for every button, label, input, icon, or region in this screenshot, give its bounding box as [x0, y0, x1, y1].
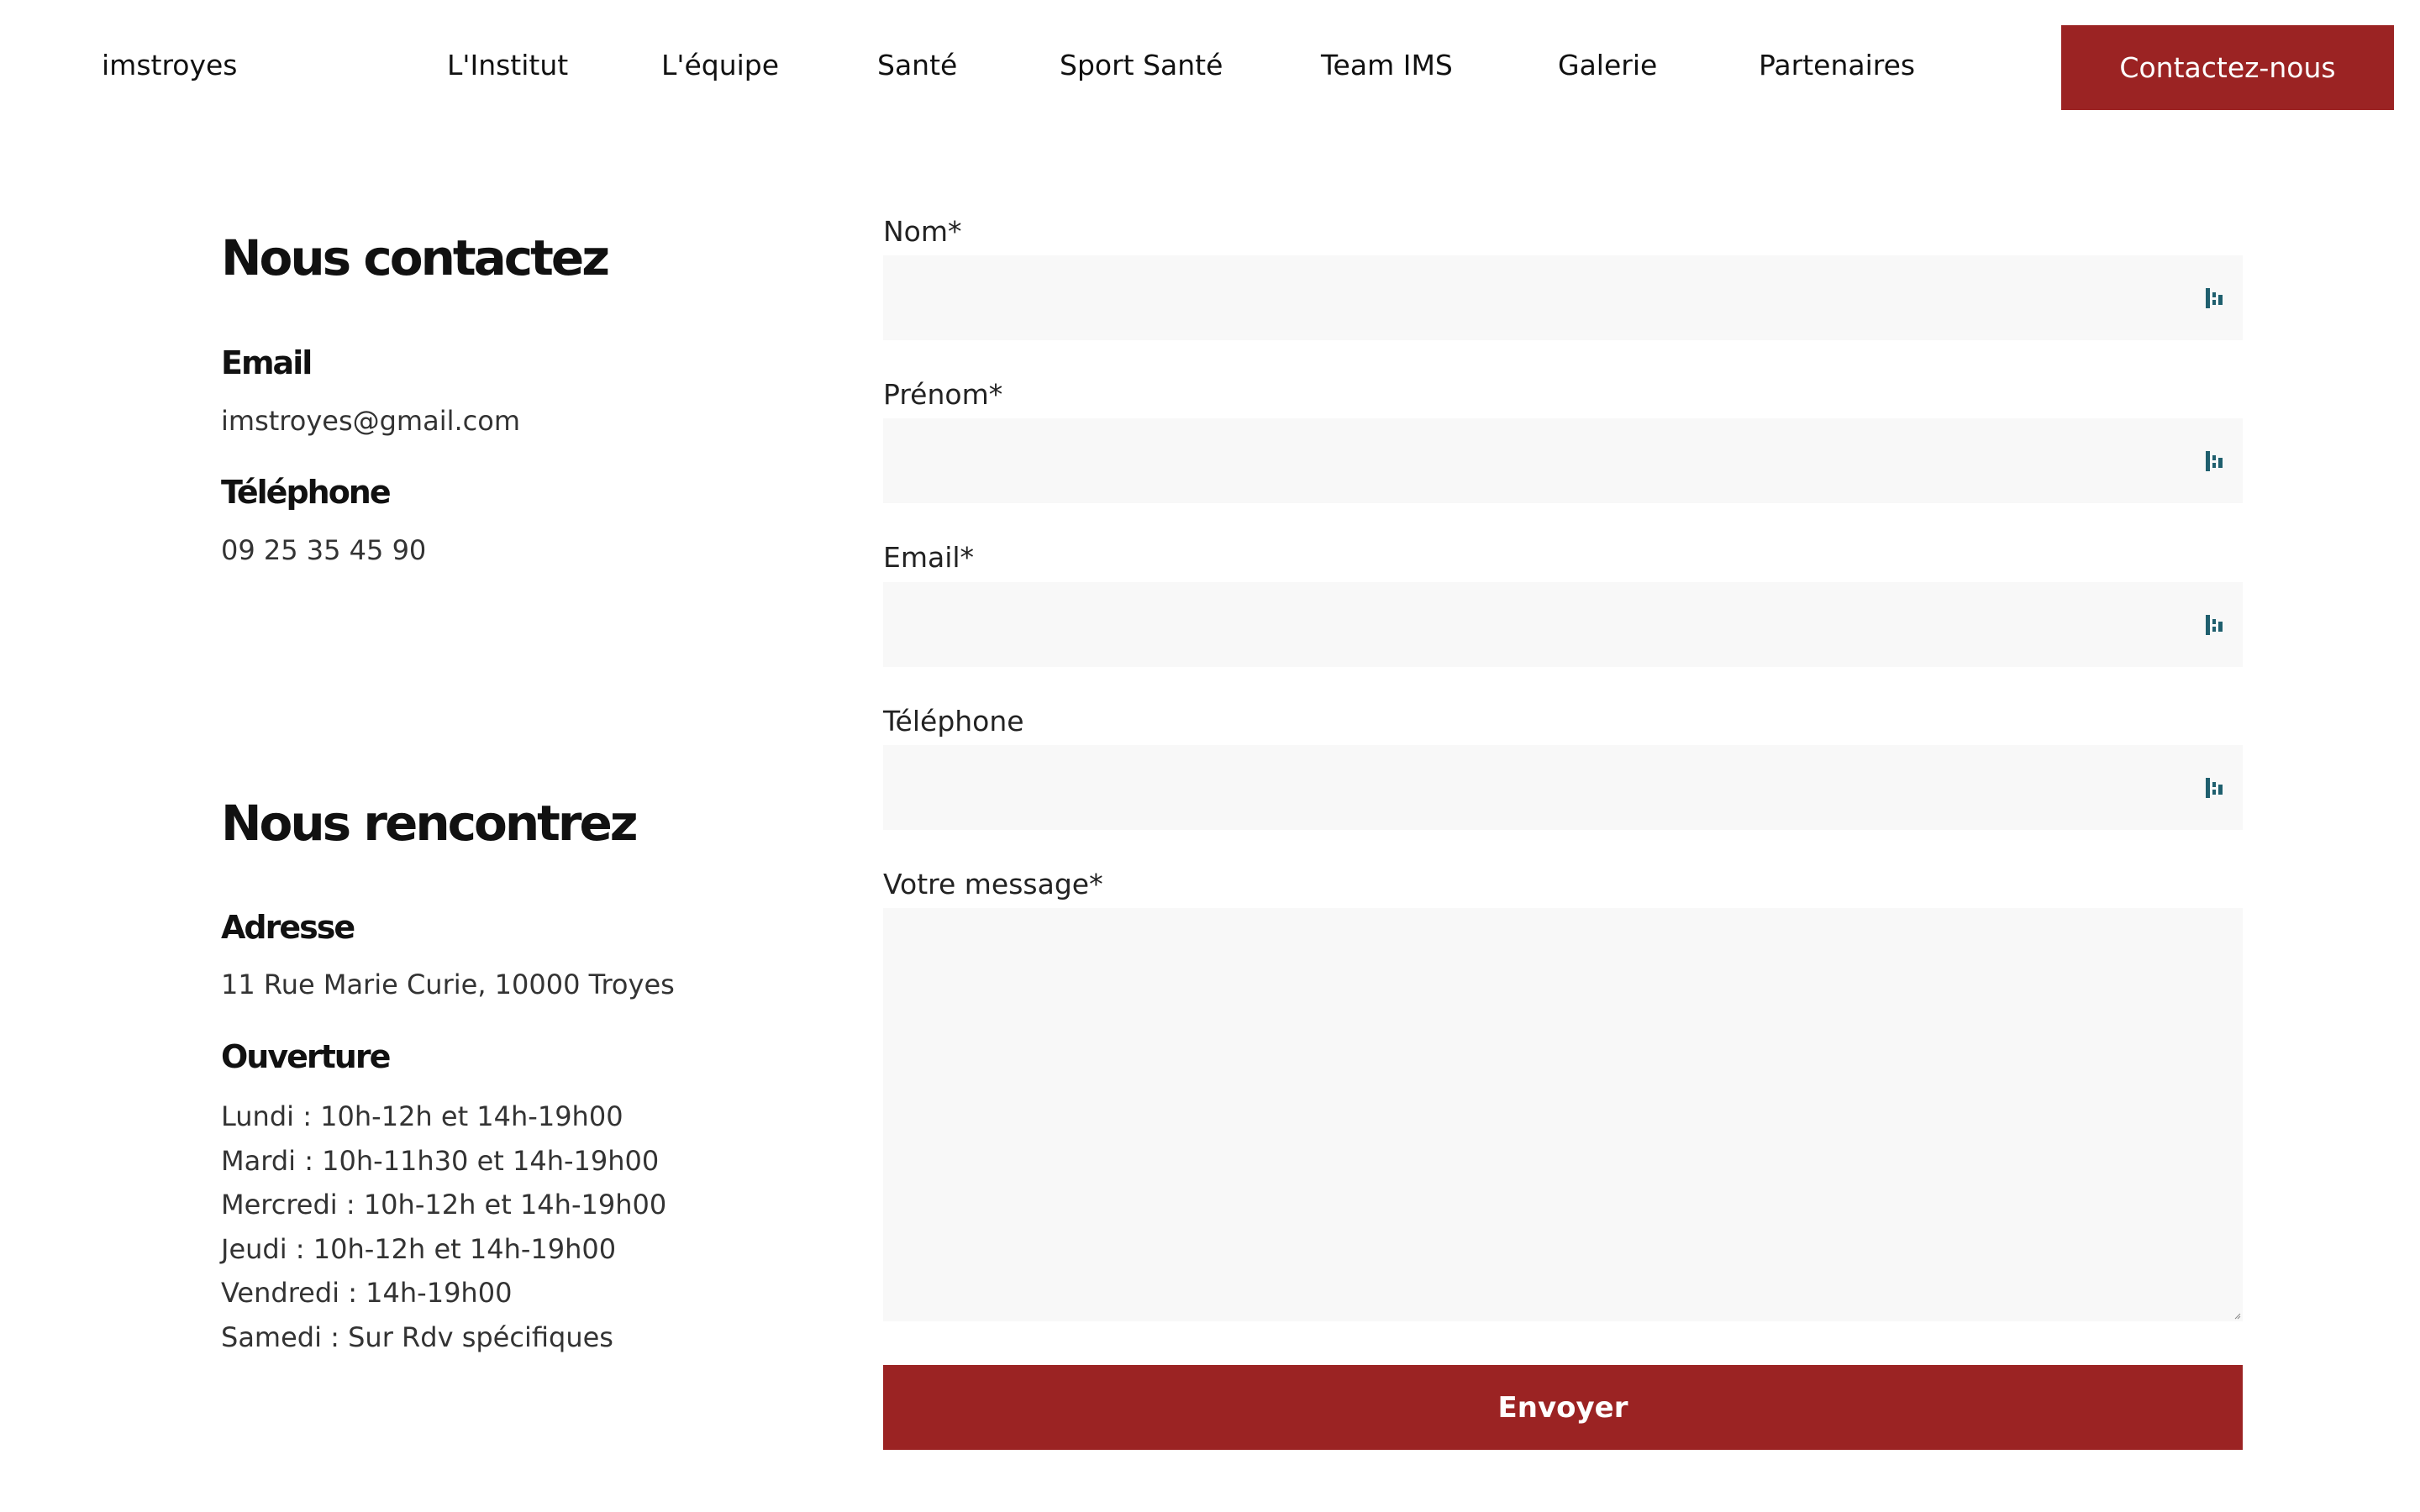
opening-hours-item: Lundi : 10h-12h et 14h-19h00 — [221, 1100, 623, 1132]
firstname-input[interactable] — [883, 418, 2243, 503]
contact-us-button[interactable]: Contactez-nous — [2061, 25, 2394, 110]
phone-field — [883, 745, 2243, 830]
password-manager-key-icon[interactable] — [2206, 449, 2224, 473]
phone-field-label: Téléphone — [883, 705, 1024, 738]
nav-item-team-ims[interactable]: Team IMS — [1321, 49, 1453, 81]
firstname-label: Prénom* — [883, 378, 1003, 411]
name-label: Nom* — [883, 215, 962, 248]
nav-item-partenaires[interactable]: Partenaires — [1759, 49, 1915, 81]
nav-item-galerie[interactable]: Galerie — [1558, 49, 1657, 81]
opening-hours-item: Samedi : Sur Rdv spécifiques — [221, 1320, 613, 1353]
message-textarea[interactable] — [883, 908, 2243, 1321]
nav-item-sport-sante[interactable]: Sport Santé — [1060, 49, 1223, 81]
message-field — [883, 908, 2243, 1321]
opening-hours-list: Lundi : 10h-12h et 14h-19h00 Mardi : 10h… — [221, 1095, 666, 1359]
password-manager-key-icon[interactable] — [2206, 286, 2224, 310]
site-header: imstroyes L'Institut L'équipe Santé Spor… — [0, 0, 2420, 134]
phone-value: 09 25 35 45 90 — [221, 534, 427, 566]
opening-hours-item: Vendredi : 14h-19h00 — [221, 1277, 513, 1309]
firstname-field — [883, 418, 2243, 503]
opening-hours-item: Mercredi : 10h-12h et 14h-19h00 — [221, 1189, 667, 1221]
phone-input[interactable] — [883, 745, 2243, 830]
contact-title: Nous contactez — [221, 229, 610, 286]
name-field — [883, 255, 2243, 340]
opening-hours-item: Jeudi : 10h-12h et 14h-19h00 — [221, 1232, 617, 1265]
email-value: imstroyes@gmail.com — [221, 405, 520, 437]
email-input[interactable] — [883, 582, 2243, 667]
nav-item-equipe[interactable]: L'équipe — [661, 49, 779, 81]
name-input[interactable] — [883, 255, 2243, 340]
email-heading: Email — [221, 344, 313, 381]
email-field-label: Email* — [883, 541, 975, 574]
password-manager-key-icon[interactable] — [2206, 613, 2224, 637]
opening-heading: Ouverture — [221, 1038, 391, 1075]
nav-item-sante[interactable]: Santé — [877, 49, 957, 81]
nav-item-institut[interactable]: L'Institut — [447, 49, 568, 81]
opening-hours-item: Mardi : 10h-11h30 et 14h-19h00 — [221, 1144, 660, 1177]
address-heading: Adresse — [221, 909, 355, 946]
message-label: Votre message* — [883, 868, 1103, 900]
email-field — [883, 582, 2243, 667]
visit-title: Nous rencontrez — [221, 795, 639, 852]
resize-handle-icon[interactable] — [2233, 1311, 2241, 1320]
password-manager-key-icon[interactable] — [2206, 776, 2224, 800]
phone-heading: Téléphone — [221, 474, 392, 511]
send-button[interactable]: Envoyer — [883, 1365, 2243, 1450]
address-value: 11 Rue Marie Curie, 10000 Troyes — [221, 969, 675, 1000]
main-nav: L'Institut L'équipe Santé Sport Santé Te… — [0, 49, 2420, 86]
